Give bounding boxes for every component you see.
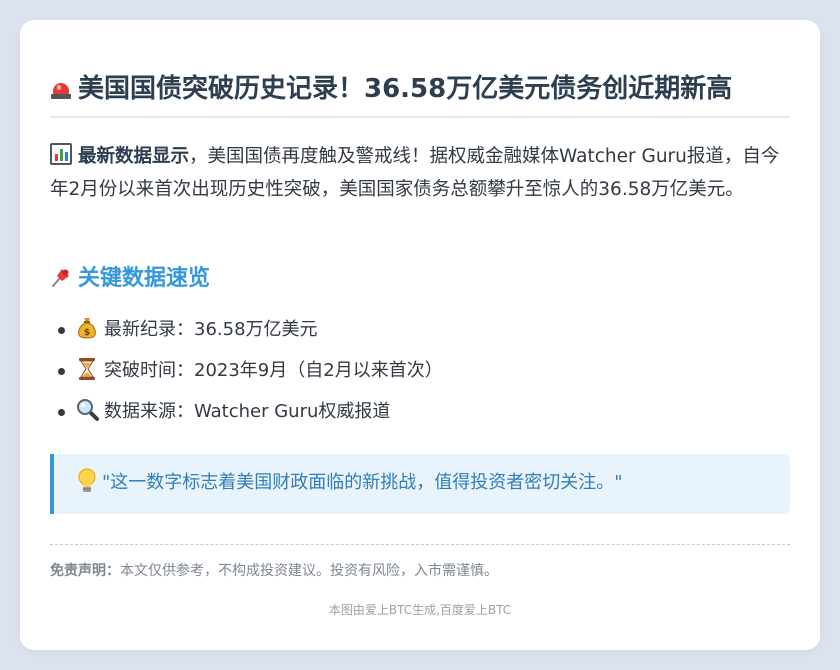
article-card: 美国国债突破历史记录！36.58万亿美元债务创近期新高 最新数据显示，美国国债再… (20, 20, 820, 650)
list-item: 突破时间：2023年9月（自2月以来首次） (50, 351, 790, 392)
list-item: 数据来源：Watcher Guru权威报道 (50, 392, 790, 433)
light-bulb-icon (78, 460, 96, 492)
bullet-dot (58, 409, 65, 416)
footer-credit: 本图由爱上BTC生成,百度爱上BTC (328, 603, 512, 617)
disclaimer: 免责声明：本文仅供参考，不构成投资建议。投资有风险，入市需谨慎。 (50, 560, 498, 582)
bullet-dot (58, 327, 65, 334)
title-divider (50, 116, 790, 118)
hourglass-icon (76, 356, 98, 380)
list-item: $ 最新纪录：36.58万亿美元 (50, 310, 790, 351)
pushpin-icon (50, 266, 72, 288)
quote-text: "这一数字标志着美国财政面临的新挑战，值得投资者密切关注。" (102, 472, 623, 493)
siren-icon (50, 80, 72, 100)
title-text: 美国国债突破历史记录！36.58万亿美元债务创近期新高 (78, 74, 733, 104)
bullet-dot (58, 368, 65, 375)
disclaimer-text: 本文仅供参考，不构成投资建议。投资有风险，入市需谨慎。 (120, 563, 498, 579)
section-heading: 关键数据速览 (50, 263, 210, 295)
intro-paragraph: 最新数据显示，美国国债再度触及警戒线！据权威金融媒体Watcher Guru报道… (50, 140, 790, 206)
footer-divider (50, 544, 790, 545)
fact-text: 突破时间：2023年9月（自2月以来首次） (104, 360, 443, 381)
fact-text: 数据来源：Watcher Guru权威报道 (104, 401, 391, 422)
highlight-quote: "这一数字标志着美国财政面临的新挑战，值得投资者密切关注。" (50, 454, 790, 514)
key-facts-list: $ 最新纪录：36.58万亿美元 突破时间：2023年9月（自2月以来首次） 数… (50, 310, 790, 433)
page-title: 美国国债突破历史记录！36.58万亿美元债务创近期新高 (50, 70, 790, 108)
disclaimer-label: 免责声明： (50, 563, 120, 579)
section-heading-text: 关键数据速览 (78, 266, 211, 291)
money-bag-icon: $ (76, 315, 98, 339)
intro-lead: 最新数据显示 (78, 146, 190, 167)
bar-chart-icon (50, 143, 72, 165)
magnifier-icon (76, 397, 99, 421)
svg-text:$: $ (84, 328, 90, 338)
fact-text: 最新纪录：36.58万亿美元 (104, 319, 318, 340)
